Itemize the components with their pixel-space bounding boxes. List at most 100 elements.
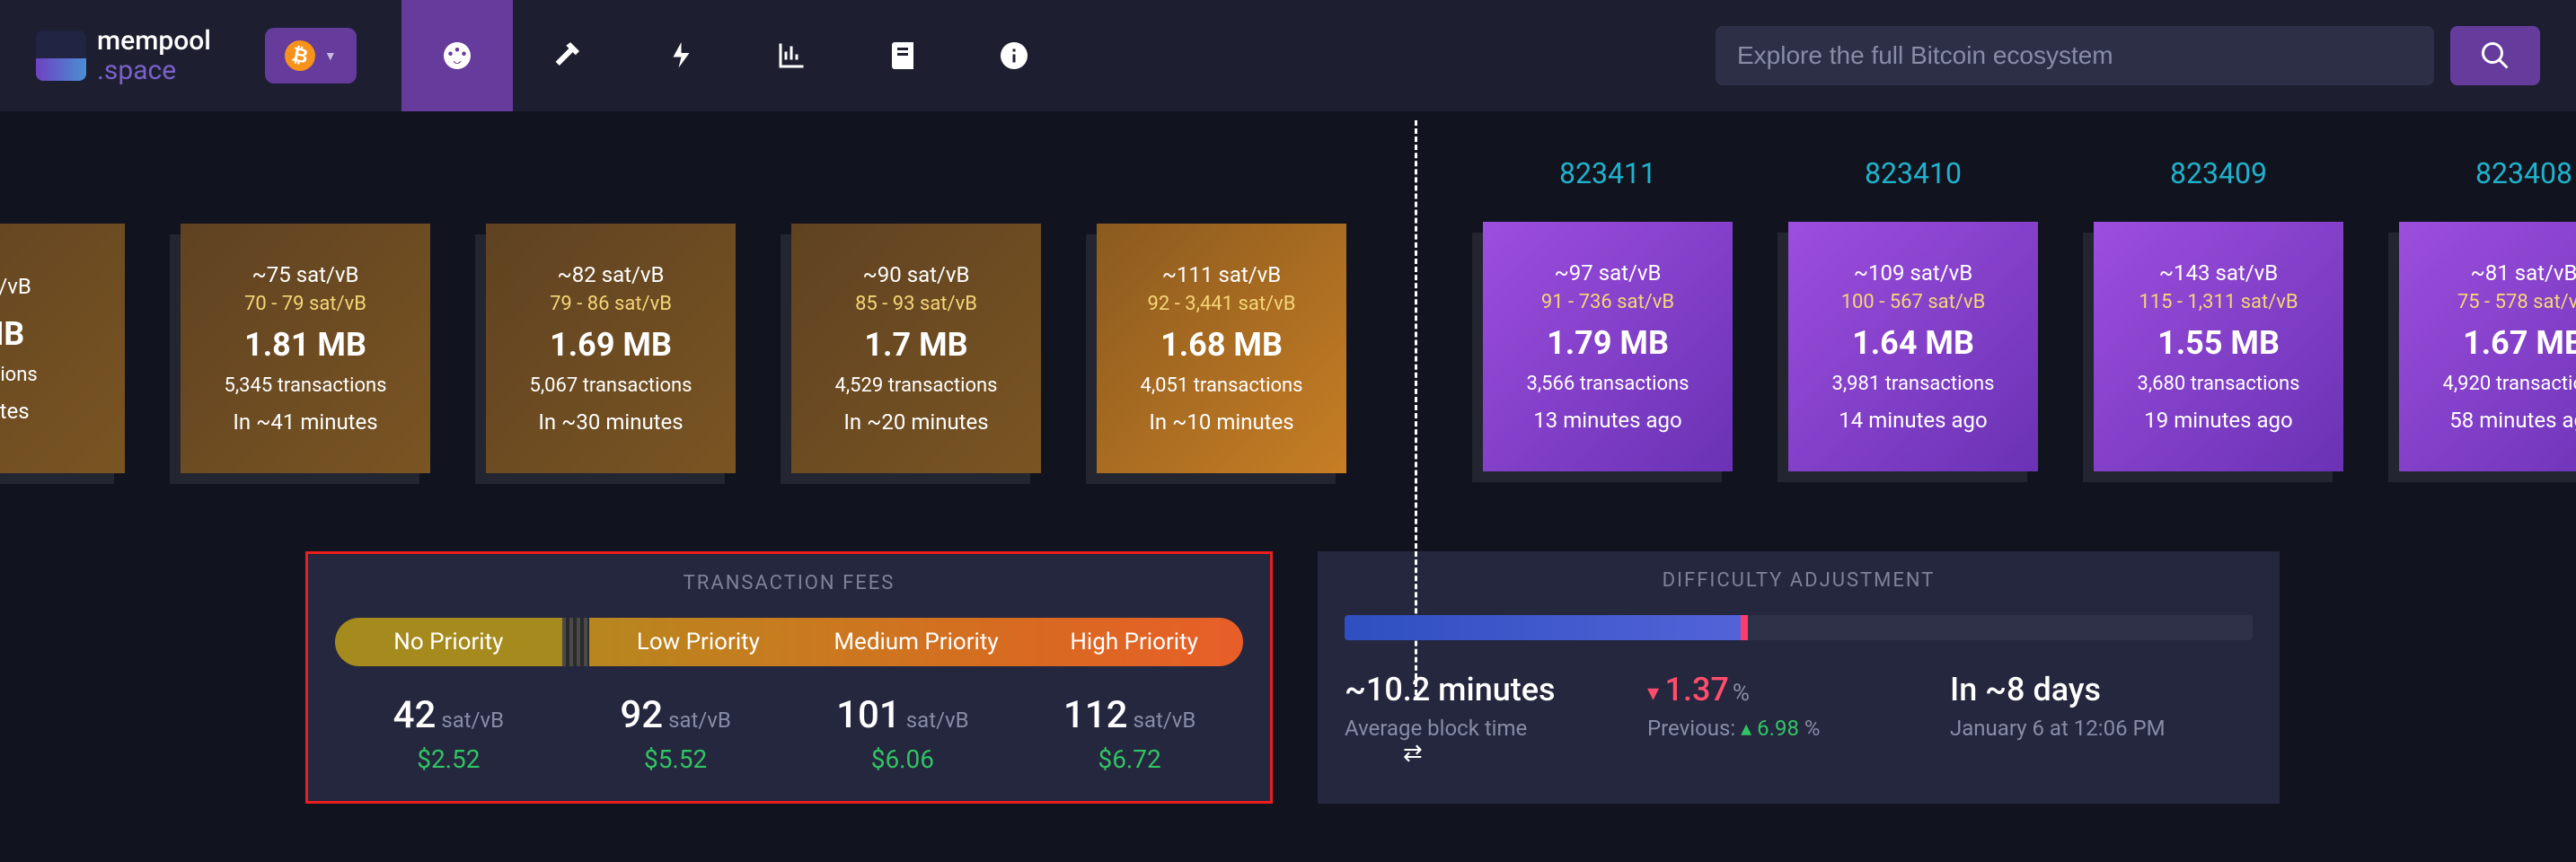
block-age: 14 minutes ago (1839, 408, 1987, 433)
block-fee-range: 85 - 93 sat/vB (855, 293, 977, 315)
block-size: 1.7 MB (864, 326, 967, 364)
info-icon (998, 40, 1030, 72)
mempool-block[interactable]: ~111 sat/vB 92 - 3,441 sat/vB 1.68 MB 4,… (1097, 224, 1346, 473)
fee-unit: sat/vB (668, 708, 731, 733)
next-adjustment-date: January 6 at 12:06 PM (1950, 716, 2253, 741)
book-icon (887, 40, 919, 72)
block-tx-count: 5,067 transactions (529, 374, 692, 397)
mempool-divider (1415, 120, 1417, 695)
block-tx-count: sactions (0, 364, 38, 386)
mined-block[interactable]: ~97 sat/vB 91 - 736 sat/vB 1.79 MB 3,566… (1483, 222, 1733, 471)
search-button[interactable] (2450, 26, 2540, 85)
block-eta: inutes (0, 399, 30, 424)
difficulty-change: 1.37 (1647, 671, 1729, 708)
swap-icon: ⇄ (1403, 740, 1423, 767)
coin-selector[interactable]: ₿ ▼ (265, 28, 357, 84)
mempool-block[interactable]: sat/vB MB sactions inutes (0, 224, 125, 473)
block-fee-range: 70 - 79 sat/vB (244, 293, 366, 315)
block-eta: In ~41 minutes (233, 409, 377, 435)
mempool-block[interactable]: ~75 sat/vB 70 - 79 sat/vB 1.81 MB 5,345 … (181, 224, 430, 473)
fee-unit: sat/vB (906, 708, 969, 733)
block-fee-range: 100 - 567 sat/vB (1841, 291, 1986, 313)
block-size: 1.55 MB (2157, 324, 2280, 362)
logo-text-bottom: .space (97, 56, 211, 85)
logo[interactable]: mempool .space (36, 26, 211, 85)
mempool-blocks-row: sat/vB MB sactions inutes ~75 sat/vB 70 … (0, 156, 1374, 473)
transaction-fees-panel: TRANSACTION FEES No Priority Low Priorit… (305, 551, 1273, 804)
difficulty-progress-bar (1345, 615, 2253, 640)
block-size: MB (0, 315, 24, 353)
block-fee-rate: sat/vB (0, 274, 31, 299)
nav-lightning[interactable] (624, 0, 736, 111)
block-tx-count: 4,051 transactions (1140, 374, 1302, 397)
block-tx-count: 3,566 transactions (1526, 373, 1689, 395)
block-eta: In ~10 minutes (1149, 409, 1293, 435)
block-fee-range: 75 - 578 sat/vB (2457, 291, 2576, 313)
block-size: 1.79 MB (1547, 324, 1669, 362)
block-fee-rate: ~111 sat/vB (1162, 262, 1282, 287)
mined-block[interactable]: ~109 sat/vB 100 - 567 sat/vB 1.64 MB 3,9… (1788, 222, 2038, 471)
logo-icon (36, 31, 86, 81)
logo-text-top: mempool (97, 26, 211, 56)
block-height[interactable]: 823408 (2475, 156, 2572, 190)
block-size: 1.81 MB (244, 326, 366, 364)
fee-value-med: 101 (836, 693, 901, 737)
block-size: 1.68 MB (1160, 326, 1283, 364)
panel-title: TRANSACTION FEES (335, 572, 1243, 594)
mined-blocks-row: 823411 ~97 sat/vB 91 - 736 sat/vB 1.79 M… (1455, 156, 2576, 471)
mempool-block[interactable]: ~90 sat/vB 85 - 93 sat/vB 1.7 MB 4,529 t… (791, 224, 1041, 473)
block-tx-count: 4,920 transactions (2442, 373, 2576, 395)
block-fee-range: 115 - 1,311 sat/vB (2139, 291, 2298, 313)
nav-charts[interactable] (736, 0, 847, 111)
nav-docs[interactable] (847, 0, 958, 111)
block-height[interactable]: 823411 (1559, 156, 1656, 190)
fee-value-no: 42 (393, 693, 437, 737)
fee-usd-med: $6.06 (790, 744, 1017, 774)
block-height[interactable]: 823410 (1865, 156, 1962, 190)
block-height[interactable]: 823409 (2170, 156, 2267, 190)
block-tx-count: 5,345 transactions (224, 374, 386, 397)
block-age: 19 minutes ago (2144, 408, 2292, 433)
avg-block-time-label: Average block time (1345, 716, 1647, 741)
mempool-block[interactable]: ~82 sat/vB 79 - 86 sat/vB 1.69 MB 5,067 … (486, 224, 736, 473)
nav-about[interactable] (958, 0, 1070, 111)
nav-dashboard[interactable] (401, 0, 513, 111)
block-fee-range: 91 - 736 sat/vB (1541, 291, 1674, 313)
gauge-icon (441, 40, 473, 72)
block-fee-rate: ~75 sat/vB (251, 262, 358, 287)
block-eta: In ~30 minutes (538, 409, 683, 435)
fee-usd-low: $5.52 (562, 744, 790, 774)
fee-priority-bar: No Priority Low Priority Medium Priority… (335, 618, 1243, 666)
pct-sign: % (1804, 716, 1821, 741)
difficulty-adjustment-panel: DIFFICULTY ADJUSTMENT ~10.2 minutes Aver… (1318, 551, 2280, 804)
search-icon (2479, 40, 2511, 72)
block-tx-count: 3,680 transactions (2137, 373, 2299, 395)
block-fee-rate: ~97 sat/vB (1554, 260, 1661, 286)
bitcoin-icon: ₿ (282, 38, 318, 74)
block-tx-count: 4,529 transactions (834, 374, 997, 397)
block-size: 1.69 MB (550, 326, 672, 364)
fee-segment-low-priority: Low Priority (589, 618, 807, 666)
fee-unit: sat/vB (441, 708, 504, 733)
fee-unit: sat/vB (1134, 708, 1196, 733)
previous-label: Previous: (1647, 716, 1735, 741)
mined-block[interactable]: ~81 sat/vB 75 - 578 sat/vB 1.67 MB 4,920… (2399, 222, 2576, 471)
fee-value-high: 112 (1063, 693, 1128, 737)
panel-title: DIFFICULTY ADJUSTMENT (1345, 569, 2253, 592)
block-fee-range: 92 - 3,441 sat/vB (1148, 293, 1296, 315)
block-fee-rate: ~143 sat/vB (2159, 260, 2279, 286)
block-size: 1.64 MB (1852, 324, 1974, 362)
fee-value-low: 92 (620, 693, 663, 737)
avg-block-time: ~10.2 minutes (1345, 671, 1647, 708)
pct-sign: % (1733, 680, 1750, 707)
bolt-icon (664, 40, 696, 72)
chevron-down-icon: ▼ (324, 48, 337, 64)
search-input[interactable] (1716, 26, 2434, 85)
hammer-icon (552, 40, 585, 72)
nav-mining[interactable] (513, 0, 624, 111)
block-fee-rate: ~90 sat/vB (862, 262, 969, 287)
fee-segment-medium-priority: Medium Priority (807, 618, 1026, 666)
fee-segment-high-priority: High Priority (1025, 618, 1243, 666)
chart-icon (775, 40, 807, 72)
mined-block[interactable]: ~143 sat/vB 115 - 1,311 sat/vB 1.55 MB 3… (2094, 222, 2343, 471)
